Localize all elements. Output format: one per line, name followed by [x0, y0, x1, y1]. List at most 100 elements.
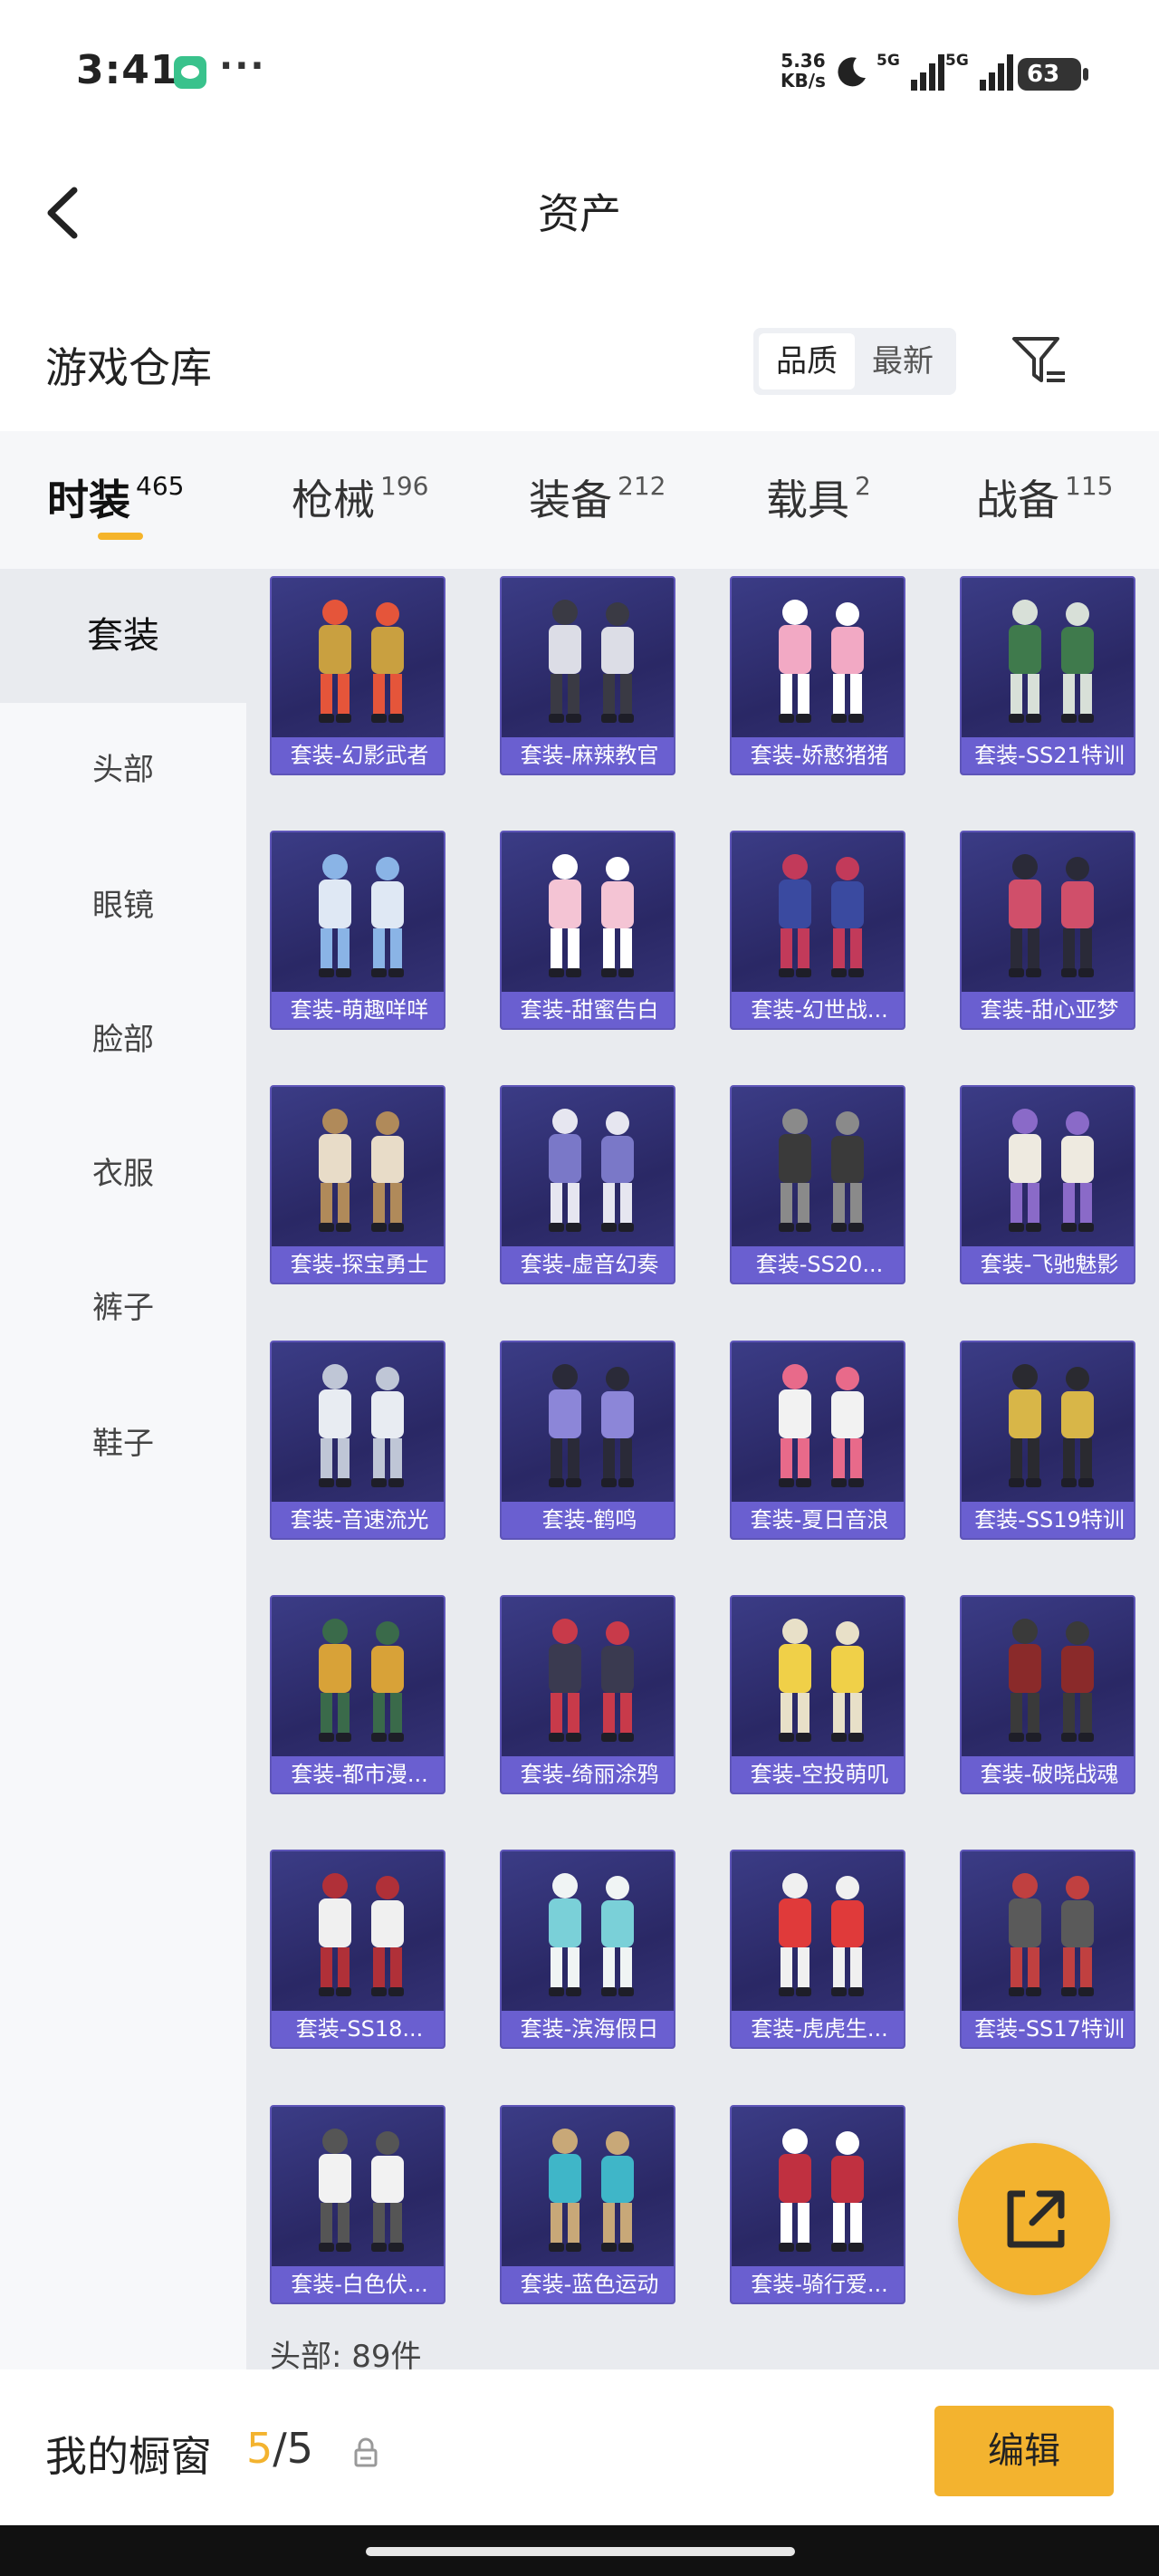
outfit-card[interactable]: 套装-空投萌叽 [730, 1595, 905, 1794]
tab-equipment[interactable]: 装备 212 [529, 467, 666, 527]
sidebar-item-head[interactable]: 头部 [0, 703, 246, 837]
outfit-card[interactable]: 套装-飞驰魅影 [960, 1085, 1135, 1284]
filter-icon[interactable] [1011, 333, 1068, 389]
outfit-thumbnail [779, 1619, 864, 1742]
outfit-card[interactable]: 套装-甜心亚梦 [960, 831, 1135, 1030]
outfit-thumbnail [549, 2129, 634, 2252]
outfit-name: 套装-虚音幻奏 [502, 1246, 674, 1283]
outfit-thumbnail [1009, 1109, 1094, 1232]
outfit-card[interactable]: 套装-SS21特训 [960, 576, 1135, 775]
outfit-thumbnail [319, 1619, 404, 1742]
outfit-card[interactable]: 套装-探宝勇士 [270, 1085, 445, 1284]
outfit-thumbnail [549, 1873, 634, 1996]
outfit-card[interactable]: 套装-娇憨猪猪 [730, 576, 905, 775]
outfit-name: 套装-虎虎生... [732, 2011, 904, 2047]
tab-guns[interactable]: 枪械 196 [292, 467, 428, 527]
more-notifications-icon: ··· [219, 45, 266, 87]
outfit-card[interactable]: 套装-蓝色运动 [500, 2105, 675, 2304]
wechat-icon [174, 56, 206, 89]
sidebar-item-pants[interactable]: 裤子 [0, 1241, 246, 1375]
outfit-thumbnail [319, 1364, 404, 1487]
outfit-thumbnail [779, 1364, 864, 1487]
sidebar-item-shoes[interactable]: 鞋子 [0, 1377, 246, 1511]
outfit-card[interactable]: 套装-虎虎生... [730, 1850, 905, 2049]
outfit-card[interactable]: 套装-SS19特训 [960, 1341, 1135, 1540]
outfit-card[interactable]: 套装-破晓战魂 [960, 1595, 1135, 1794]
warehouse-title: 游戏仓库 [45, 343, 212, 392]
outfit-thumbnail [779, 1873, 864, 1996]
outfit-card[interactable]: 套装-甜蜜告白 [500, 831, 675, 1030]
outfit-card[interactable]: 套装-绮丽涂鸦 [500, 1595, 675, 1794]
outfit-card[interactable]: 套装-白色伏... [270, 2105, 445, 2304]
signal-5g-label-2: 5G [945, 52, 969, 70]
outfit-name: 套装-SS20... [732, 1246, 904, 1283]
tab-count: 465 [136, 471, 185, 501]
share-button[interactable] [958, 2143, 1110, 2295]
outfit-name: 套装-音速流光 [272, 1502, 444, 1538]
outfit-thumbnail [549, 1364, 634, 1487]
outfit-card[interactable]: 套装-夏日音浪 [730, 1341, 905, 1540]
outfit-name: 套装-甜心亚梦 [962, 992, 1134, 1028]
sidebar-item-face[interactable]: 脸部 [0, 973, 246, 1107]
outfit-card[interactable]: 套装-SS20... [730, 1085, 905, 1284]
tab-count: 212 [618, 471, 666, 501]
signal-5g-icon: 5G [876, 52, 944, 91]
outfit-thumbnail [779, 1109, 864, 1232]
tab-count: 115 [1065, 471, 1114, 501]
outfit-thumbnail [319, 1873, 404, 1996]
sort-newest-button[interactable]: 最新 [855, 333, 951, 389]
outfit-card[interactable]: 套装-萌趣咩咩 [270, 831, 445, 1030]
signal-5g-label: 5G [876, 52, 900, 70]
outfit-name: 套装-蓝色运动 [502, 2266, 674, 2302]
outfit-thumbnail [1009, 1619, 1094, 1742]
tab-count: 2 [855, 471, 871, 501]
showcase-label: 我的橱窗 [45, 2432, 212, 2481]
edit-button[interactable]: 编辑 [934, 2406, 1114, 2496]
outfit-card[interactable]: 套装-音速流光 [270, 1341, 445, 1540]
outfit-name: 套装-SS18... [272, 2011, 444, 2047]
battery-indicator: 63 [1018, 58, 1088, 91]
do-not-disturb-icon [838, 57, 866, 87]
sidebar-item-clothes[interactable]: 衣服 [0, 1107, 246, 1241]
outfit-card[interactable]: 套装-骑行爱... [730, 2105, 905, 2304]
network-speed-unit: KB/s [781, 70, 826, 91]
outfit-name: 套装-鹤鸣 [502, 1502, 674, 1538]
outfit-card[interactable]: 套装-SS18... [270, 1850, 445, 2049]
outfit-name: 套装-空投萌叽 [732, 1756, 904, 1793]
showcase-current: 5 [246, 2424, 273, 2473]
outfit-thumbnail [779, 600, 864, 723]
tab-vehicles[interactable]: 载具 2 [766, 467, 871, 527]
outfit-name: 套装-滨海假日 [502, 2011, 674, 2047]
tab-count: 196 [380, 471, 429, 501]
outfit-thumbnail [779, 854, 864, 977]
outfit-name: 套装-麻辣教官 [502, 737, 674, 774]
outfit-thumbnail [549, 1109, 634, 1232]
outfit-name: 套装-娇憨猪猪 [732, 737, 904, 774]
outfit-name: 套装-SS21特训 [962, 737, 1134, 774]
sidebar-item-glasses[interactable]: 眼镜 [0, 839, 246, 973]
showcase-separator: / [273, 2424, 287, 2473]
tab-fashion[interactable]: 时装 465 [47, 467, 184, 527]
home-indicator[interactable] [366, 2547, 795, 2556]
outfit-card[interactable]: 套装-虚音幻奏 [500, 1085, 675, 1284]
outfit-thumbnail [779, 2129, 864, 2252]
outfit-name: 套装-萌趣咩咩 [272, 992, 444, 1028]
outfit-card[interactable]: 套装-滨海假日 [500, 1850, 675, 2049]
outfit-card[interactable]: 套装-都市漫... [270, 1595, 445, 1794]
outfit-card[interactable]: 套装-麻辣教官 [500, 576, 675, 775]
outfit-card[interactable]: 套装-幻影武者 [270, 576, 445, 775]
outfit-card[interactable]: 套装-SS17特训 [960, 1850, 1135, 2049]
outfit-thumbnail [319, 600, 404, 723]
outfit-card[interactable]: 套装-幻世战... [730, 831, 905, 1030]
outfit-thumbnail [319, 854, 404, 977]
outfit-card[interactable]: 套装-鹤鸣 [500, 1341, 675, 1540]
sidebar-item-outfit[interactable]: 套装 [0, 569, 246, 703]
outfit-name: 套装-破晓战魂 [962, 1756, 1134, 1793]
subcategory-sidebar: 套装 头部 眼镜 脸部 衣服 裤子 鞋子 [0, 569, 246, 2369]
status-time: 3:41 [76, 47, 179, 93]
tab-supplies[interactable]: 战备 115 [976, 467, 1113, 527]
sort-quality-button[interactable]: 品质 [759, 333, 855, 389]
outfit-thumbnail [549, 1619, 634, 1742]
network-speed-value: 5.36 [781, 50, 826, 72]
tab-label: 战备 [976, 476, 1059, 524]
